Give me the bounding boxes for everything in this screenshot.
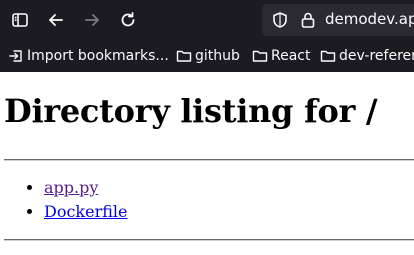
bookmarks-toolbar: Import bookmarks... github React dev-ref… <box>0 40 414 72</box>
sidebar-icon <box>12 13 28 27</box>
bookmark-label: dev-referen <box>339 48 414 64</box>
shield-icon[interactable] <box>271 11 289 29</box>
address-bar[interactable]: demodev.app <box>262 4 414 36</box>
bookmark-label: React <box>271 48 311 64</box>
reload-icon <box>121 12 135 27</box>
page-title: Directory listing for / <box>4 92 378 130</box>
sidebar-toggle-button[interactable] <box>8 8 32 32</box>
reload-button[interactable] <box>116 8 140 32</box>
file-link-dockerfile[interactable]: Dockerfile <box>44 202 128 221</box>
back-button[interactable] <box>44 8 68 32</box>
import-icon <box>9 50 22 62</box>
folder-icon <box>176 50 192 62</box>
file-list: app.py Dockerfile <box>4 176 128 224</box>
forward-button[interactable] <box>80 8 104 32</box>
bookmark-folder-dev-reference[interactable]: dev-referen <box>320 46 414 66</box>
list-item: Dockerfile <box>44 200 128 224</box>
url-text[interactable]: demodev.app <box>325 10 414 28</box>
list-item: app.py <box>44 176 128 200</box>
bookmark-label: github <box>195 48 240 64</box>
browser-toolbar: demodev.app <box>0 0 414 40</box>
folder-icon <box>320 50 336 62</box>
forward-arrow-icon <box>85 14 99 26</box>
bookmark-folder-react[interactable]: React <box>252 46 310 66</box>
bookmark-folder-github[interactable]: github <box>176 46 240 66</box>
divider-top <box>4 159 414 161</box>
bookmark-label: Import bookmarks... <box>27 48 169 64</box>
divider-bottom <box>4 239 414 241</box>
folder-icon <box>252 50 268 62</box>
back-arrow-icon <box>49 14 63 26</box>
lock-icon[interactable] <box>299 11 317 29</box>
bookmark-import[interactable]: Import bookmarks... <box>8 46 169 66</box>
file-link-app-py[interactable]: app.py <box>44 178 98 197</box>
